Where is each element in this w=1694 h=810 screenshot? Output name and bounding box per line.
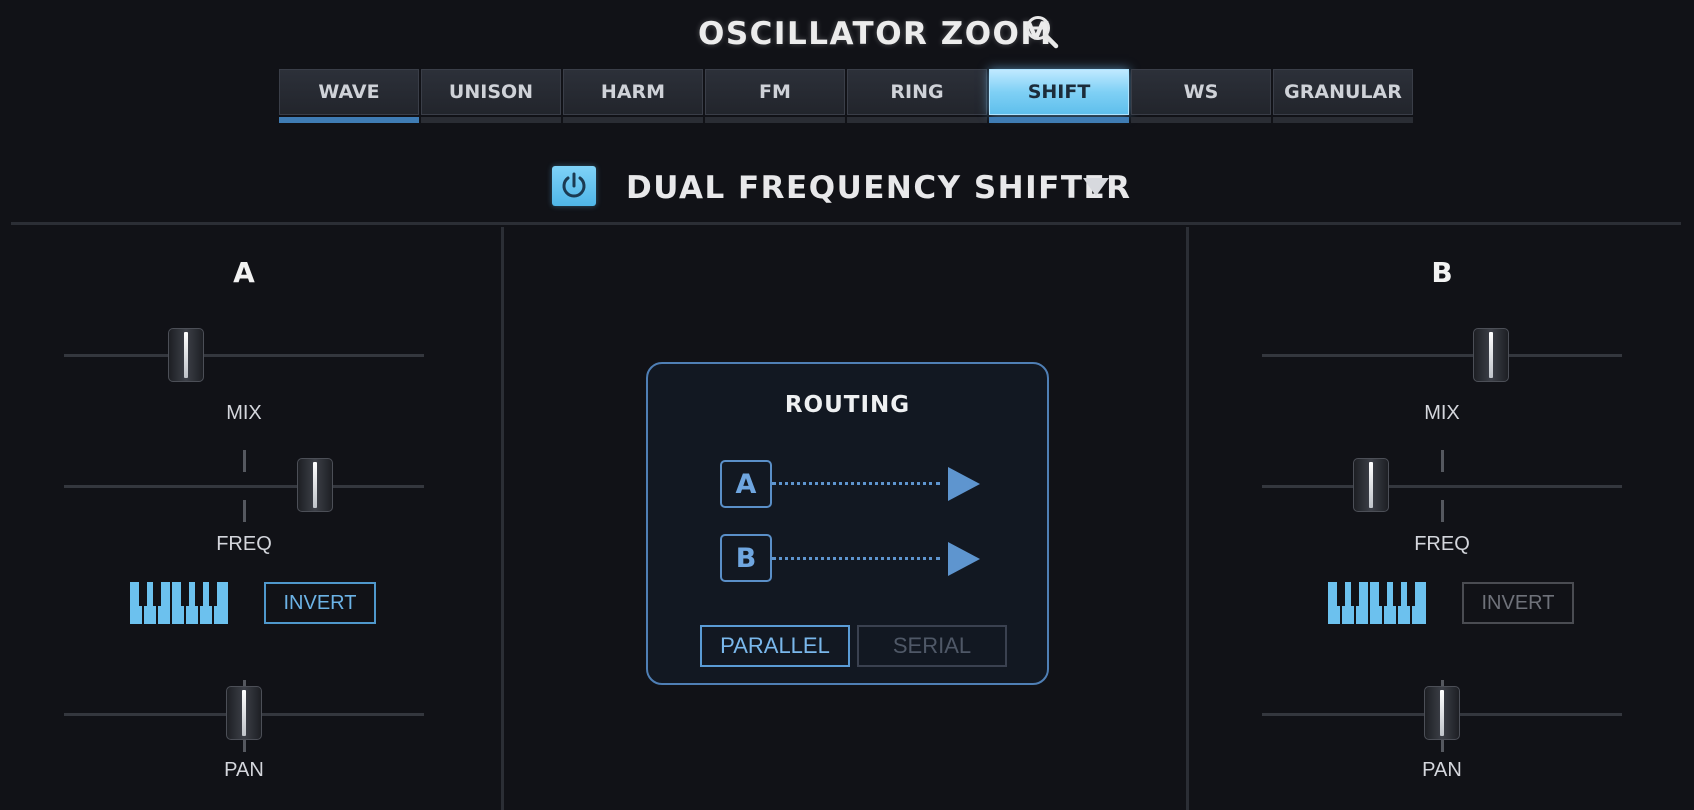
freq-slider-a[interactable] — [297, 458, 334, 512]
arrow-right-icon — [948, 542, 980, 576]
freq-slider-b[interactable] — [1352, 458, 1389, 512]
freq-center-tick-b — [1441, 500, 1444, 522]
parallel-button[interactable]: PARALLEL — [700, 625, 850, 667]
channel-b-label: B — [1431, 256, 1453, 289]
route-a-tag: A — [720, 460, 772, 508]
mix-slider-b[interactable] — [1472, 328, 1509, 382]
tab-indicator — [563, 117, 703, 123]
freq-center-tick-a — [243, 450, 246, 472]
invert-button-b[interactable]: INVERT — [1462, 582, 1574, 624]
pan-slider-a[interactable] — [226, 686, 262, 740]
tab-ws[interactable]: WS — [1131, 69, 1271, 115]
tab-fm[interactable]: FM — [705, 69, 845, 115]
route-b-line — [772, 557, 940, 560]
pan-label-a: PAN — [224, 759, 264, 781]
tab-shift[interactable]: SHIFT — [989, 69, 1129, 115]
freq-label-b: FREQ — [1414, 533, 1470, 555]
channel-a-label: A — [233, 256, 255, 289]
column-divider-left — [501, 227, 504, 810]
route-b-tag: B — [720, 534, 772, 582]
freq-center-tick-b — [1441, 450, 1444, 472]
tab-indicator — [989, 117, 1129, 123]
routing-panel: ROUTING A B PARALLEL SERIAL — [646, 362, 1049, 685]
pan-label-b: PAN — [1422, 759, 1462, 781]
power-icon — [562, 172, 586, 198]
page-title: OSCILLATOR ZOOM — [698, 16, 1053, 52]
section-divider — [11, 222, 1681, 225]
tab-indicator — [1131, 117, 1271, 123]
freq-label-a: FREQ — [216, 533, 272, 555]
zoom-out-icon[interactable] — [1024, 14, 1060, 50]
mix-label-b: MIX — [1424, 402, 1460, 424]
tab-indicator — [847, 117, 987, 123]
mix-slider-a[interactable] — [167, 328, 204, 382]
tab-ring[interactable]: RING — [847, 69, 987, 115]
pan-slider-b[interactable] — [1424, 686, 1460, 740]
tab-unison[interactable]: UNISON — [421, 69, 561, 115]
freq-slider-track-a — [64, 485, 424, 488]
mix-label-a: MIX — [226, 402, 262, 424]
tab-indicator — [421, 117, 561, 123]
routing-title: ROUTING — [784, 392, 911, 418]
tab-wave[interactable]: WAVE — [279, 69, 419, 115]
column-divider-right — [1186, 227, 1189, 810]
freq-center-tick-a — [243, 500, 246, 522]
header: OSCILLATOR ZOOM — [0, 12, 1694, 58]
mix-slider-track-a — [64, 354, 424, 357]
effect-name[interactable]: DUAL FREQUENCY SHIFTER — [626, 170, 1132, 206]
triangle-down-icon[interactable] — [1082, 176, 1110, 198]
serial-button[interactable]: SERIAL — [857, 625, 1007, 667]
mix-slider-track-b — [1262, 354, 1622, 357]
tab-bar: WAVE UNISON HARM FM RING SHIFT WS GRANULAR — [279, 69, 1415, 125]
effect-power-button[interactable] — [552, 166, 596, 206]
keyboard-icon[interactable] — [1328, 582, 1426, 624]
tab-harm[interactable]: HARM — [563, 69, 703, 115]
tab-indicator — [1273, 117, 1413, 123]
freq-slider-track-b — [1262, 485, 1622, 488]
route-a-line — [772, 482, 940, 485]
tab-indicator — [279, 117, 419, 123]
arrow-right-icon — [948, 467, 980, 501]
tab-indicator — [705, 117, 845, 123]
invert-button-a[interactable]: INVERT — [264, 582, 376, 624]
tab-granular[interactable]: GRANULAR — [1273, 69, 1413, 115]
keyboard-icon[interactable] — [130, 582, 228, 624]
